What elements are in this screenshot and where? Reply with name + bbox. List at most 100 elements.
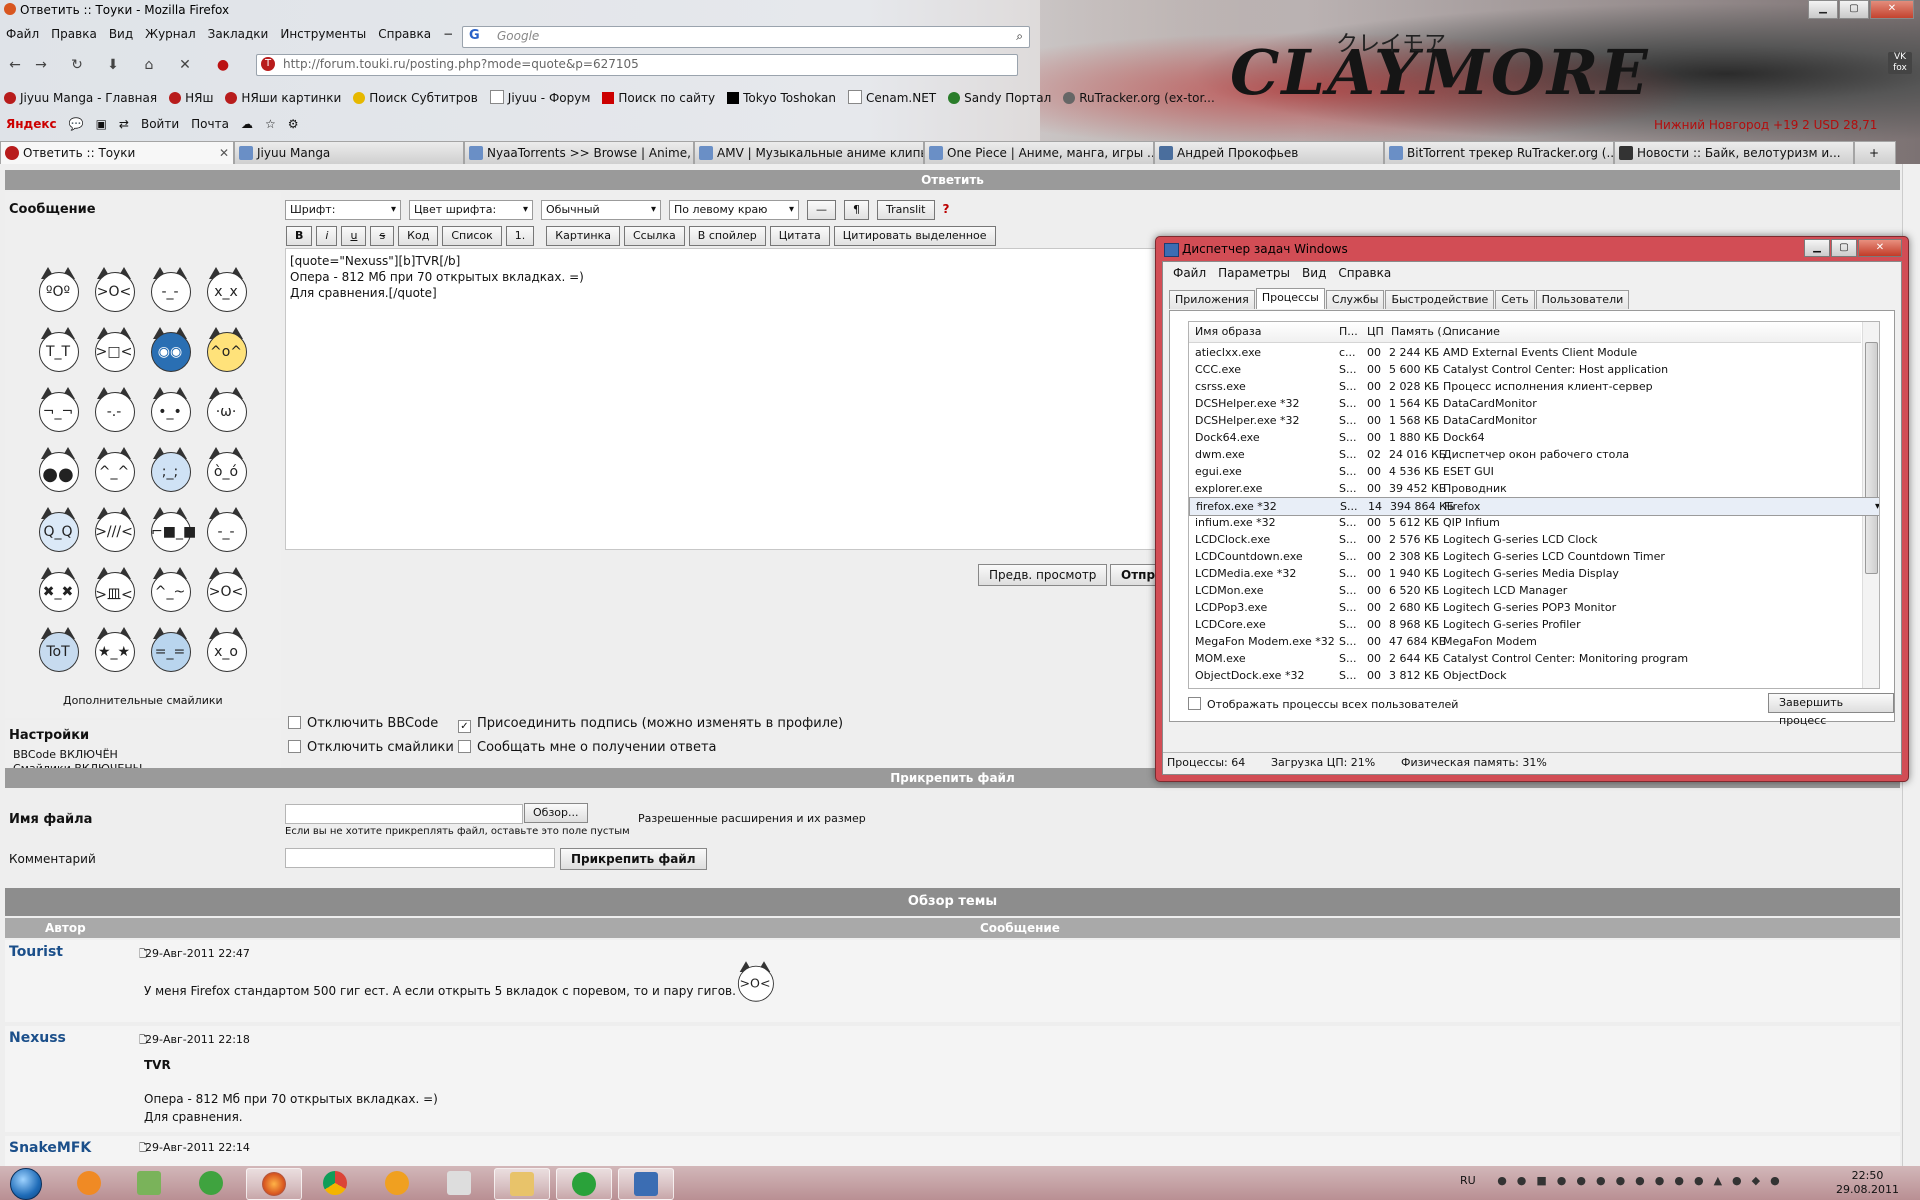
bookmark-item[interactable]: Sandy Портал xyxy=(944,88,1059,108)
smiley-icon[interactable]: x_o xyxy=(201,624,251,674)
yandex-login[interactable]: Войти xyxy=(135,117,185,131)
process-row[interactable]: explorer.exe S... 00 39 452 КБ Проводник xyxy=(1189,480,1861,497)
process-row[interactable]: LCDClock.exe S... 00 2 576 КБ Logitech G-ser… xyxy=(1189,531,1861,548)
back-arrow-icon[interactable]: ← xyxy=(4,54,26,76)
help-icon[interactable]: ? xyxy=(943,200,950,220)
process-row[interactable]: LCDMedia.exe *32 S... 00 1 940 КБ Logitech G… xyxy=(1189,565,1861,582)
process-row[interactable]: csrss.exe S... 00 2 028 КБ Процесс исполнени… xyxy=(1189,378,1861,395)
paragraph-button[interactable]: ¶ xyxy=(844,200,869,220)
smiley-icon[interactable]: ★_★ xyxy=(89,624,139,674)
bookmark-item[interactable]: Поиск Субтитров xyxy=(349,88,486,108)
attach-file-button[interactable]: Прикрепить файл xyxy=(560,848,707,870)
checkbox[interactable] xyxy=(1188,697,1201,710)
link-button[interactable]: Ссылка xyxy=(623,226,685,246)
smiley-icon[interactable]: ◉◉ xyxy=(145,324,195,374)
smiley-icon[interactable]: -.- xyxy=(89,384,139,434)
bookmark-item[interactable]: Jiyuu Manga - Главная xyxy=(0,88,165,108)
smiley-icon[interactable]: ¬_¬ xyxy=(33,384,83,434)
checkbox[interactable] xyxy=(288,716,301,729)
comment-input[interactable] xyxy=(285,848,555,868)
more-smileys-link[interactable]: Дополнительные смайлики xyxy=(63,694,223,707)
code-button[interactable]: Код xyxy=(398,226,439,246)
end-process-button[interactable]: Завершить процесс xyxy=(1768,693,1894,727)
smiley-icon[interactable]: ^_~ xyxy=(145,564,195,614)
smiley-icon[interactable]: -_- xyxy=(201,504,251,554)
menu-bookmarks[interactable]: Закладки xyxy=(202,24,275,44)
tm-tab-network[interactable]: Сеть xyxy=(1495,290,1535,309)
list-button[interactable]: Список xyxy=(442,226,502,246)
font-select[interactable]: Шрифт: xyxy=(285,200,401,220)
process-row[interactable]: DCSHelper.exe *32 S... 00 1 564 КБ DataCardM… xyxy=(1189,395,1861,412)
smiley-icon[interactable]: x_x xyxy=(201,264,251,314)
download-icon[interactable]: ⬇ xyxy=(102,54,124,76)
smiley-icon[interactable]: ^_^ xyxy=(89,444,139,494)
bookmark-item[interactable]: Cenam.NET xyxy=(844,88,944,108)
align-select[interactable]: По левому краю xyxy=(669,200,799,220)
col-image-name[interactable]: Имя образа xyxy=(1195,325,1261,338)
smiley-icon[interactable]: >O< xyxy=(89,264,139,314)
checkbox-checked[interactable]: ✓ xyxy=(458,720,471,733)
close-tab-icon[interactable]: ✕ xyxy=(219,142,229,164)
menu-history[interactable]: Журнал xyxy=(139,24,202,44)
tab-onepiece[interactable]: One Piece | Аниме, манга, игры ... xyxy=(924,141,1154,164)
col-description[interactable]: Описание xyxy=(1443,325,1500,338)
zoom-out-icon[interactable]: − xyxy=(437,24,459,44)
taskbar-item[interactable] xyxy=(370,1168,424,1198)
tab-amv[interactable]: AMV | Музыкальные аниме клипы xyxy=(694,141,924,164)
adblock-icon[interactable]: ● xyxy=(212,54,234,76)
start-button[interactable] xyxy=(4,1166,44,1200)
tab-rutracker[interactable]: BitTorrent трекер RuTracker.org (... xyxy=(1384,141,1614,164)
font-color-select[interactable]: Цвет шрифта: xyxy=(409,200,533,220)
smiley-icon[interactable]: ;_; xyxy=(145,444,195,494)
post-author[interactable]: SnakeMFK xyxy=(9,1140,91,1156)
process-row[interactable]: infium.exe *32 S... 00 5 612 КБ QIP Infium xyxy=(1189,514,1861,531)
browse-button[interactable]: Обзор... xyxy=(524,803,588,823)
tm-tab-applications[interactable]: Приложения xyxy=(1169,290,1255,309)
opt-disable-bbcode[interactable]: Отключить BBCode xyxy=(288,716,438,731)
process-row[interactable]: Dock64.exe S... 00 1 880 КБ Dock64 xyxy=(1189,429,1861,446)
scroll-thumb[interactable] xyxy=(1865,342,1878,574)
message-textarea[interactable]: [quote="Nexuss"][b]TVR[/b] Опера - 812 М… xyxy=(285,248,1165,550)
menu-view[interactable]: Вид xyxy=(103,24,139,44)
font-size-select[interactable]: Обычный xyxy=(541,200,661,220)
process-row[interactable]: CCC.exe S... 00 5 600 КБ Catalyst Control Ce… xyxy=(1189,361,1861,378)
yandex-logo[interactable]: Яндекс xyxy=(0,117,63,131)
smiley-icon[interactable]: ⌐■_■ xyxy=(145,504,196,554)
bookmark-item[interactable]: Поиск по сайту xyxy=(598,88,723,108)
bookmark-item[interactable]: Tokyo Toshokan xyxy=(723,88,844,108)
new-tab-button[interactable]: + xyxy=(1854,141,1896,164)
smiley-icon[interactable]: >皿< xyxy=(89,564,139,614)
menu-file[interactable]: Файл xyxy=(0,24,45,44)
smiley-icon[interactable]: Q_Q xyxy=(33,504,83,554)
tm-menu-file[interactable]: Файл xyxy=(1167,264,1212,282)
tm-tab-services[interactable]: Службы xyxy=(1325,290,1385,309)
smiley-icon[interactable]: >O< xyxy=(201,564,251,614)
checkbox[interactable] xyxy=(458,740,471,753)
yandex-mail[interactable]: Почта xyxy=(185,117,235,131)
italic-button[interactable]: i xyxy=(316,226,338,246)
smiley-icon[interactable]: ò_ó xyxy=(201,444,251,494)
opt-disable-smileys[interactable]: Отключить смайлики xyxy=(288,740,454,755)
process-row[interactable]: ObjectDock.exe *32 S... 00 3 812 КБ ObjectDo… xyxy=(1189,667,1861,684)
smiley-icon[interactable]: ^o^ xyxy=(201,324,251,374)
menu-tools[interactable]: Инструменты xyxy=(274,24,372,44)
taskbar-item[interactable] xyxy=(246,1168,302,1200)
file-input[interactable] xyxy=(285,804,523,824)
tm-menu-help[interactable]: Справка xyxy=(1332,264,1397,282)
spoiler-button[interactable]: В спойлер xyxy=(688,226,766,246)
numbered-list-button[interactable]: 1. xyxy=(505,226,535,246)
weather-icon[interactable]: ☁ xyxy=(235,117,259,131)
col-cpu[interactable]: ЦП xyxy=(1367,325,1384,338)
process-row[interactable]: MOM.exe S... 00 2 644 КБ Catalyst Control Ce… xyxy=(1189,650,1861,667)
opt-notify[interactable]: Сообщать мне о получении ответа xyxy=(458,740,717,755)
tab-bike[interactable]: Новости :: Байк, велотуризм и... xyxy=(1614,141,1854,164)
strike-button[interactable]: s xyxy=(370,226,395,246)
smiley-icon[interactable]: -_- xyxy=(145,264,195,314)
tm-minimize-button[interactable]: ▁ xyxy=(1804,239,1830,257)
translit-button[interactable]: Translit xyxy=(877,200,935,220)
smiley-icon[interactable]: ToT xyxy=(33,624,83,674)
tray-icons[interactable]: ●●■●●●●●●●●▲●◆● xyxy=(1497,1174,1790,1187)
tm-tab-performance[interactable]: Быстродействие xyxy=(1385,290,1495,309)
smiley-icon[interactable]: ✖_✖ xyxy=(33,564,83,614)
process-row[interactable]: LCDPop3.exe S... 00 2 680 КБ Logitech G-seri… xyxy=(1189,599,1861,616)
